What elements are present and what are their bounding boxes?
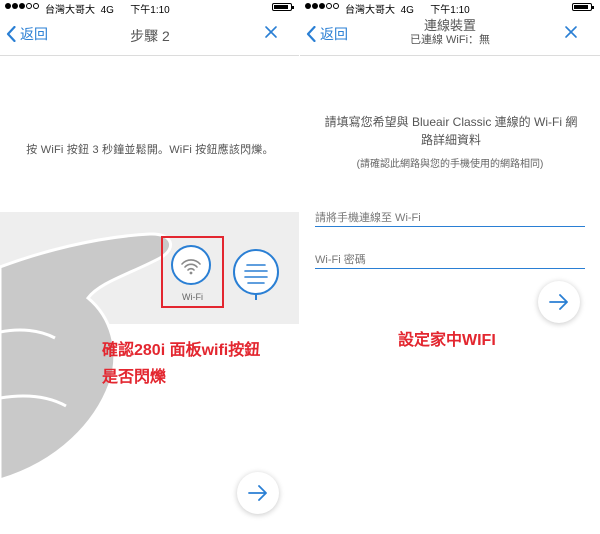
annotation-line-1: 確認280i 面板wifi按鈕	[102, 342, 261, 359]
instruction-text: 按 WiFi 按鈕 3 秒鐘並鬆開。WiFi 按鈕應該閃爍。	[26, 144, 274, 156]
arrow-right-icon	[248, 485, 267, 501]
nav-bar: 返回 步驟 2	[0, 14, 300, 56]
nav-bar: 返回 連線裝置 已連線 WiFi：無	[300, 14, 600, 56]
wifi-password-field[interactable]: Wi-Fi 密碼	[315, 249, 585, 269]
menu-button-tail	[255, 294, 257, 300]
highlight-box	[161, 236, 224, 308]
menu-icon	[244, 264, 268, 284]
close-icon[interactable]	[564, 25, 578, 39]
close-icon[interactable]	[264, 25, 278, 39]
wifi-ssid-field[interactable]: 請將手機連線至 Wi-Fi	[315, 207, 585, 227]
screenshot-pair: 台灣大哥大 4G 下午1:10 返回 步驟 2 按 WiFi 按鈕 3 秒鐘並鬆…	[0, 0, 600, 534]
annotation-set-home-wifi: 設定家中WIFI	[398, 332, 496, 349]
battery-icon	[272, 3, 294, 11]
next-button[interactable]	[237, 472, 279, 514]
network-hint-text: (請確認此網路與您的手機使用的網路相同)	[356, 159, 544, 170]
page-title: 步驟 2	[130, 28, 170, 44]
battery-icon	[572, 3, 594, 11]
annotation-check-wifi: 確認280i 面板wifi按鈕 是否閃爍	[102, 337, 260, 391]
wifi-prompt-text: 請填寫您希望與 Blueair Classic 連線的 Wi-Fi 網路詳細資料	[324, 115, 578, 147]
annotation-line-2: 是否閃爍	[102, 369, 167, 386]
status-bar: 台灣大哥大 4G 下午1:10	[300, 0, 600, 16]
page-title: 連線裝置	[423, 18, 476, 33]
step2-screen: 台灣大哥大 4G 下午1:10 返回 步驟 2 按 WiFi 按鈕 3 秒鐘並鬆…	[0, 0, 300, 534]
status-bar: 台灣大哥大 4G 下午1:10	[0, 0, 300, 16]
connect-device-screen: 台灣大哥大 4G 下午1:10 返回 連線裝置 已連線 WiFi：無 請填寫您希…	[300, 0, 600, 534]
page-title-block: 連線裝置 已連線 WiFi：無	[300, 18, 600, 48]
wifi-password-placeholder: Wi-Fi 密碼	[315, 254, 366, 266]
wifi-ssid-placeholder: 請將手機連線至 Wi-Fi	[315, 212, 421, 224]
arrow-right-icon	[549, 294, 568, 310]
next-button[interactable]	[538, 281, 580, 323]
connection-status: 已連線 WiFi：無	[409, 34, 491, 46]
menu-button[interactable]	[233, 249, 279, 295]
